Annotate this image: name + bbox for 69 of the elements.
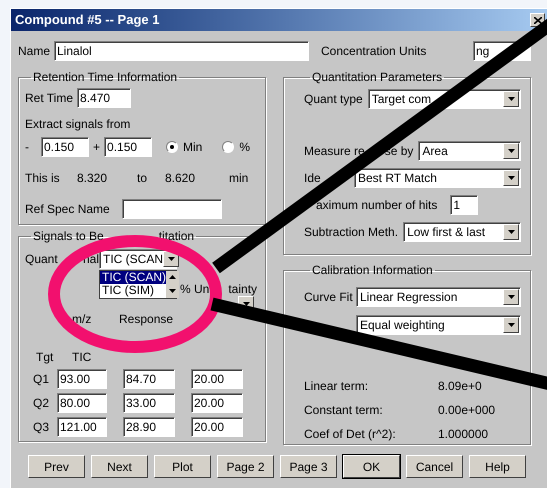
input-field[interactable]: 121.00 <box>57 417 107 437</box>
input-field[interactable]: 80.00 <box>57 393 107 413</box>
list-item[interactable]: TIC (SIM) <box>100 284 166 297</box>
label: 8.09e+0 <box>438 378 482 395</box>
dialog-button[interactable]: Cancel <box>406 455 463 478</box>
label: to <box>137 170 148 187</box>
input-field[interactable]: 0.150 <box>104 137 152 157</box>
label: Extract signals from <box>25 116 132 133</box>
label: 8.320 <box>77 170 108 187</box>
dropdown[interactable]: Best RT Match <box>354 168 521 188</box>
label: - <box>25 139 30 156</box>
label: min <box>229 170 248 187</box>
input-field[interactable]: 20.00 <box>191 369 243 389</box>
dialog-button[interactable]: Page 2 <box>217 455 274 478</box>
list-item[interactable]: TIC (SCAN) <box>100 271 166 284</box>
input-field[interactable]: 33.00 <box>123 393 175 413</box>
dropdown[interactable]: Linear Regression <box>356 287 521 307</box>
dialog-button[interactable]: Prev <box>28 455 85 478</box>
group-title: Quantitation Parameters <box>312 69 442 86</box>
input-field[interactable]: 8.470 <box>77 88 132 108</box>
label: Coef of Det (r^2): <box>304 426 397 443</box>
input-field[interactable]: 20.00 <box>191 393 243 413</box>
label: Quant type <box>304 91 363 108</box>
label: TIC <box>72 349 92 366</box>
input-field[interactable]: 1 <box>450 195 478 215</box>
dropdown[interactable]: TIC (SCAN <box>99 249 177 269</box>
label: % Un <box>180 281 210 298</box>
label: % <box>239 139 250 156</box>
label: Constant term: <box>304 402 384 419</box>
dialog-button[interactable]: Help <box>469 455 526 478</box>
dropdown[interactable]: Equal weighting <box>356 315 521 335</box>
dropdown[interactable]: Low first & last <box>403 222 521 242</box>
label: Quant <box>25 251 59 268</box>
label: This is <box>25 170 61 187</box>
label: Concentration Units <box>321 43 428 60</box>
label: Q2 <box>33 395 50 412</box>
label: Subtraction Meth. <box>304 224 398 241</box>
input-field[interactable]: 28.90 <box>123 417 175 437</box>
input-field[interactable]: 93.00 <box>57 369 107 389</box>
label: Ide <box>304 170 321 187</box>
label: 0.00e+000 <box>438 402 496 419</box>
input-field[interactable]: Linalol <box>54 41 309 61</box>
label: Q3 <box>33 419 50 436</box>
label: Curve Fit <box>304 289 354 306</box>
label: Name <box>18 43 52 60</box>
label: Ref Spec Name <box>25 201 111 218</box>
group-title: Calibration Information <box>312 262 433 279</box>
dropdown[interactable]: Area <box>418 141 521 161</box>
input-field[interactable]: 20.00 <box>191 417 243 437</box>
label: Q1 <box>33 371 50 388</box>
label: Linear term: <box>304 378 370 395</box>
dialog-button[interactable]: Next <box>91 455 148 478</box>
label: Min <box>183 139 202 156</box>
window-title: Compound #5 -- Page 1 <box>15 11 160 30</box>
group-title: Signals to Be <box>33 228 104 245</box>
input-field[interactable]: 84.70 <box>123 369 175 389</box>
label: tainty <box>228 281 258 298</box>
label: Ret Time <box>25 90 74 107</box>
label: aximum number of hits <box>316 197 438 214</box>
input-field[interactable]: 0.150 <box>41 137 89 157</box>
dialog-button[interactable]: Page 3 <box>280 455 337 478</box>
group-title: Retention Time Information <box>33 69 178 86</box>
dialog-button[interactable]: Plot <box>154 455 211 478</box>
label: + <box>93 139 100 156</box>
label: Response <box>119 311 174 328</box>
label: Tgt <box>36 349 54 366</box>
label: 8.620 <box>165 170 196 187</box>
dialog-button[interactable]: OK <box>343 455 400 478</box>
label: 1.000000 <box>438 426 488 443</box>
